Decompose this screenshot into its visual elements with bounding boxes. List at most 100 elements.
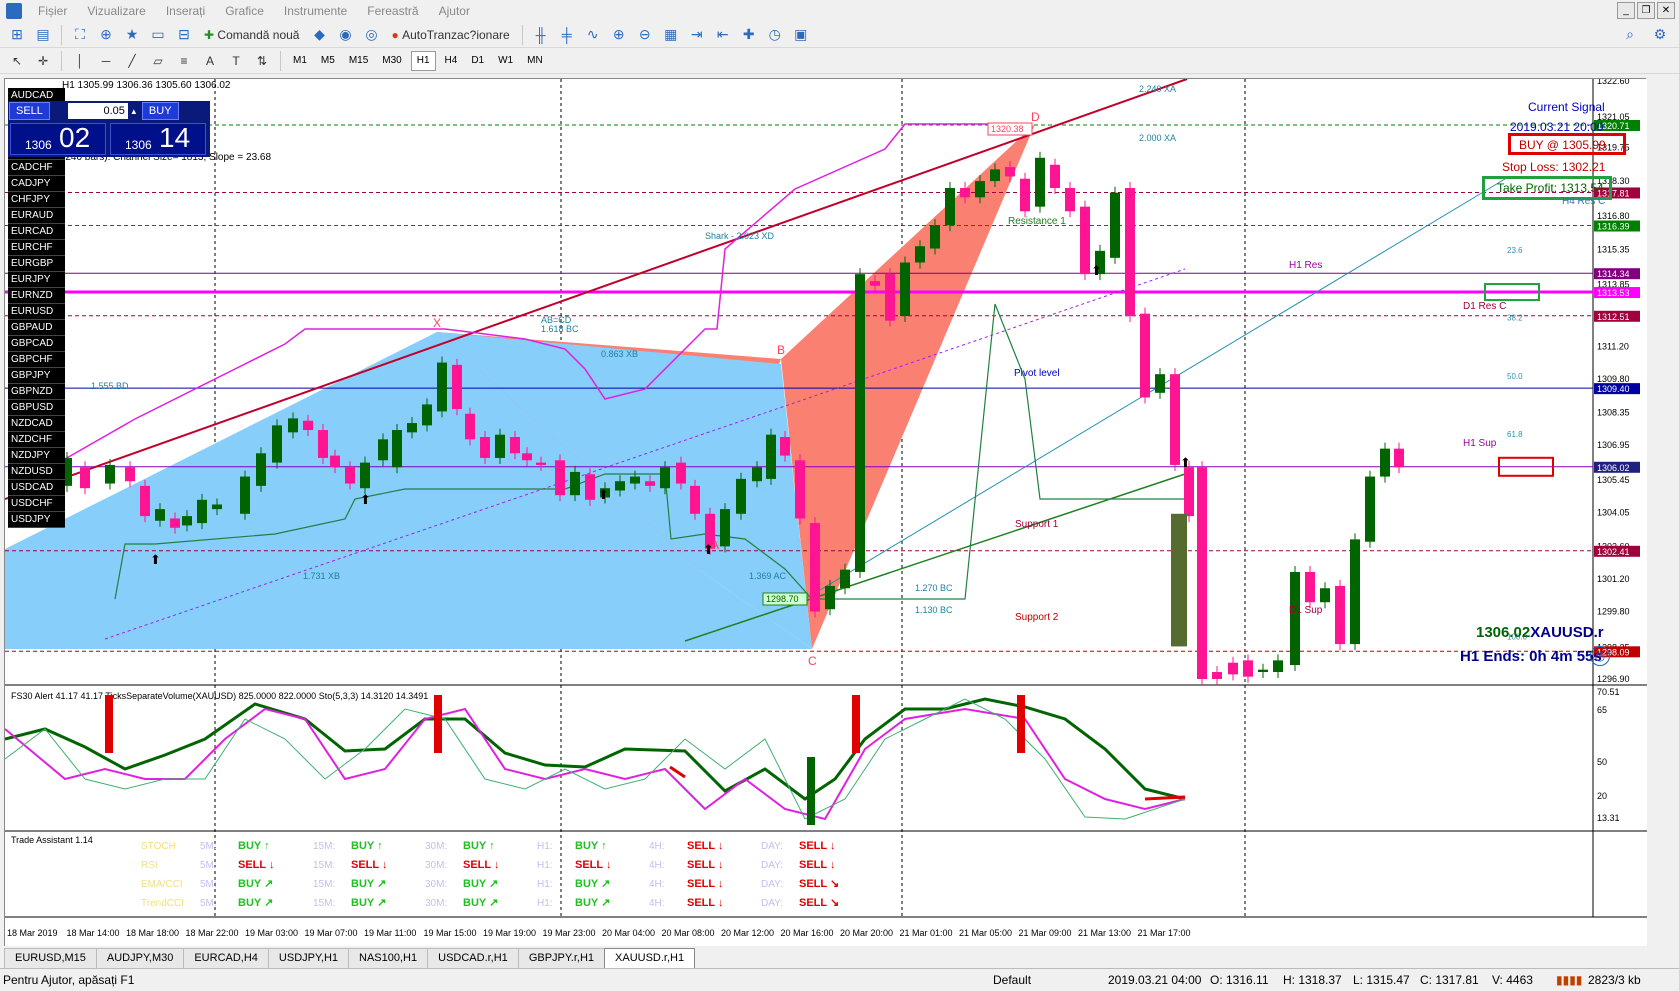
navigator-icon[interactable]: ★ [121,24,143,46]
terminal-icon[interactable]: ▭ [147,24,169,46]
cursor-icon[interactable]: ↖ [6,50,28,72]
symbol-item[interactable]: USDJPY [8,512,65,528]
bar-chart-icon[interactable]: ╫ [530,24,552,46]
vertical-line-icon[interactable]: │ [69,50,91,72]
search-icon[interactable]: ⌕ [1619,24,1641,46]
periods-icon[interactable]: ◷ [764,24,786,46]
trendline-icon[interactable]: ╱ [121,50,143,72]
profiles-icon[interactable]: ▤ [32,24,54,46]
chart-tab[interactable]: USDJPY,H1 [267,948,350,968]
symbol-item[interactable]: NZDUSD [8,464,65,480]
lot-stepper-icon[interactable]: ▲ [130,107,140,116]
symbol-item[interactable]: GBPAUD [8,320,65,336]
chart-window[interactable]: X A B C D AB=CD 1.618 BC 0.863 XB 1.731 XB 1.369 … [4,78,1647,947]
symbol-item[interactable]: GBPNZD [8,384,65,400]
tf-d1[interactable]: D1 [466,51,489,71]
symbol-item[interactable]: EURUSD [8,304,65,320]
zoom-out-icon[interactable]: ⊖ [634,24,656,46]
tf-h1[interactable]: H1 [410,50,436,71]
indicators-icon[interactable]: ✚ [738,24,760,46]
tf-mn[interactable]: MN [522,51,548,71]
market-watch-icon[interactable]: ⛶ [69,24,91,46]
symbol-item[interactable]: USDCAD [8,480,65,496]
new-order-button[interactable]: ✚ Comandă nouă [199,24,304,46]
chart-tab[interactable]: XAUUSD.r,H1 [604,948,696,968]
symbol-item[interactable]: NZDCAD [8,416,65,432]
h1-sup-label: H1 Sup [1463,438,1497,449]
symbol-item[interactable]: EURCAD [8,224,65,240]
crosshair-icon[interactable]: ✛ [32,50,54,72]
ta-signal: SELL ↓ [799,859,835,871]
zoom-in-icon[interactable]: ⊕ [608,24,630,46]
bid-price[interactable]: 1306 02 [10,122,106,155]
options-icon[interactable]: ◉ [334,24,356,46]
signals-icon[interactable]: ◎ [360,24,382,46]
symbol-item[interactable]: CADJPY [8,176,65,192]
candle-body [840,569,850,589]
menu-file[interactable]: Fișier [28,4,77,18]
lot-size-field[interactable]: 0.05 [67,103,128,119]
ta-tf-label: 15M: [313,841,335,852]
symbol-item[interactable]: GBPJPY [8,368,65,384]
auto-scroll-icon[interactable]: ⇥ [686,24,708,46]
restore-icon[interactable]: ❐ [1637,2,1655,19]
sell-button[interactable]: SELL [9,102,50,120]
ask-price[interactable]: 1306 14 [110,122,206,155]
chart-tab[interactable]: GBPJPY.r,H1 [517,948,606,968]
symbol-item[interactable]: EURAUD [8,208,65,224]
tf-m5[interactable]: M5 [316,51,340,71]
chart-shift-icon[interactable]: ⇤ [712,24,734,46]
symbol-item[interactable]: EURGBP [8,256,65,272]
new-chart-icon[interactable]: ⊞ [6,24,28,46]
symbol-item[interactable]: CADCHF [8,160,65,176]
symbol-item[interactable]: GBPCAD [8,336,65,352]
symbol-item[interactable]: EURNZD [8,288,65,304]
chart-canvas[interactable]: XABCDAB=CD1.618 BC0.863 XB1.731 XB 1.369 … [5,79,1647,947]
chart-tab[interactable]: AUDJPY,M30 [95,948,185,968]
menu-charts[interactable]: Grafice [215,4,274,18]
symbol-item[interactable]: CHFJPY [8,192,65,208]
tf-m1[interactable]: M1 [288,51,312,71]
chart-tab[interactable]: EURUSD,M15 [4,948,97,968]
line-chart-icon[interactable]: ∿ [582,24,604,46]
templates-icon[interactable]: ▣ [790,24,812,46]
tf-m15[interactable]: M15 [344,51,373,71]
buy-button[interactable]: BUY [141,102,179,120]
price-axis-tag-text: 1313.53 [1597,288,1630,298]
symbol-item[interactable]: GBPUSD [8,400,65,416]
minimize-icon[interactable]: _ [1617,2,1635,19]
channel-icon[interactable]: ▱ [147,50,169,72]
menu-insert[interactable]: Inserați [156,4,215,18]
chart-tab[interactable]: USDCAD.r,H1 [427,948,519,968]
pattern-point-c: C [808,654,817,668]
candle-chart-icon[interactable]: ╪ [556,24,578,46]
symbol-item[interactable]: NZDJPY [8,448,65,464]
arrows-icon[interactable]: ⇅ [251,50,273,72]
menu-window[interactable]: Fereastră [357,4,428,18]
settings-icon[interactable]: ⚙ [1649,24,1671,46]
autotrade-button[interactable]: ● AutoTranzac?ionare [386,24,514,46]
tester-icon[interactable]: ⊟ [173,24,195,46]
chart-tab[interactable]: NAS100,H1 [348,948,429,968]
close-icon[interactable]: ✕ [1657,2,1675,19]
menu-help[interactable]: Ajutor [429,4,480,18]
menu-view[interactable]: Vizualizare [77,4,155,18]
tile-windows-icon[interactable]: ▦ [660,24,682,46]
tf-m30[interactable]: M30 [377,51,406,71]
menu-tools[interactable]: Instrumente [274,4,357,18]
tf-w1[interactable]: W1 [493,51,518,71]
symbol-item[interactable]: EURJPY [8,272,65,288]
symbol-item[interactable]: GBPCHF [8,352,65,368]
symbol-item[interactable]: NZDCHF [8,432,65,448]
status-profile[interactable]: Default [993,973,1031,987]
fibonacci-icon[interactable]: ≡ [173,50,195,72]
data-window-icon[interactable]: ⊕ [95,24,117,46]
symbol-item[interactable]: USDCHF [8,496,65,512]
symbol-item[interactable]: EURCHF [8,240,65,256]
horizontal-line-icon[interactable]: ─ [95,50,117,72]
label-icon[interactable]: T [225,50,247,72]
metaeditor-icon[interactable]: ◆ [308,24,330,46]
chart-tab[interactable]: EURCAD,H4 [183,948,269,968]
text-icon[interactable]: A [199,50,221,72]
tf-h4[interactable]: H4 [440,51,463,71]
